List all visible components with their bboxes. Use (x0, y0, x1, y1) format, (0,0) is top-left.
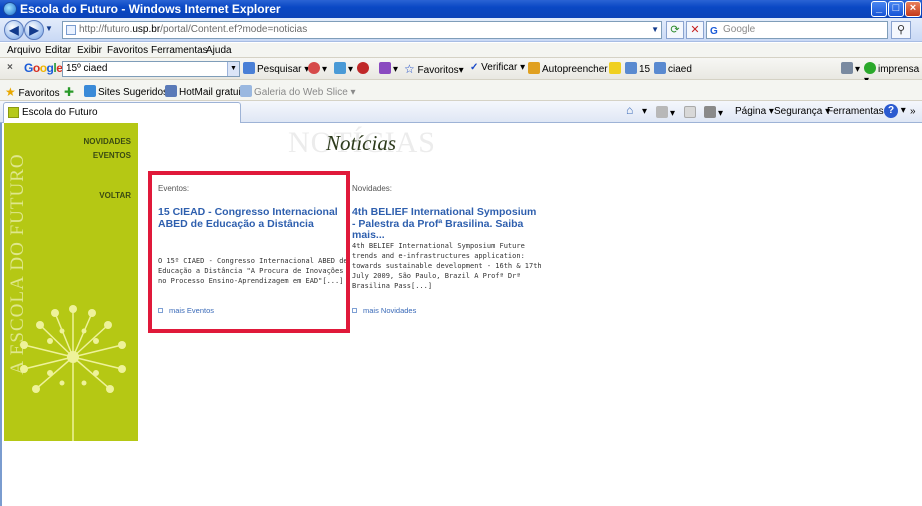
tab-bar: Escola do Futuro ⌂ ▾ ▾ ▾ Página ▾ Segura… (0, 101, 922, 123)
google-query: 15º ciaed (66, 63, 108, 74)
print-icon[interactable]: ▾ (704, 106, 723, 119)
stop-icon[interactable]: ✕ (686, 21, 704, 39)
sidebar-link-novidades[interactable]: NOVIDADES (83, 137, 131, 146)
status-icon (864, 62, 876, 74)
popup-blocker-icon[interactable] (357, 62, 371, 75)
rss-icon[interactable]: ▾ (656, 106, 675, 119)
autopreencher-button[interactable]: Autopreencher ▾ (528, 62, 615, 75)
bullet-icon (352, 308, 357, 313)
tab-title: Escola do Futuro (22, 107, 98, 118)
menu-editar[interactable]: Editar (45, 45, 71, 56)
novidades-headline-link[interactable]: 4th BELIEF International Symposium - Pal… (352, 206, 542, 242)
dandelion-logo (20, 305, 126, 441)
window-title-bar: Escola do Futuro - Windows Internet Expl… (0, 0, 922, 18)
close-toolbar-icon[interactable]: × (7, 62, 13, 73)
seguranca-menu[interactable]: Segurança ▾ (774, 106, 830, 117)
pesquisar-button[interactable]: Pesquisar ▾ (243, 62, 309, 75)
menu-ajuda[interactable]: Ajuda (206, 45, 232, 56)
refresh-icon[interactable]: ⟳ (666, 21, 684, 39)
novidades-summary: 4th BELIEF International Symposium Futur… (352, 242, 542, 290)
highlight-box (148, 171, 350, 333)
add-favorite-icon[interactable]: ✚ (64, 85, 74, 99)
page-title: Notícias (326, 131, 397, 155)
search-placeholder: Google (723, 24, 756, 35)
sidebar-link-eventos[interactable]: EVENTOS (93, 151, 131, 160)
pagerank-icon[interactable]: ▾ (308, 62, 327, 75)
favoritos-button[interactable]: ☆ Favoritos▾ (404, 62, 464, 76)
help-icon[interactable]: ? ▾ (884, 104, 906, 118)
page-content: A ESCOLA DO FUTURO NOVIDADES EVENTOS VOL… (0, 123, 922, 506)
address-dropdown[interactable]: ▼ (651, 22, 659, 38)
favorites-bar: ★ Favoritos ✚ Sites Sugeridos ▾ HotMail … (0, 80, 922, 101)
check-icon: ✓ (470, 62, 479, 73)
minimize-button[interactable]: _ (871, 1, 887, 17)
address-prefix: http://futuro. (79, 24, 133, 35)
sites-sugeridos-link[interactable]: Sites Sugeridos ▾ (84, 85, 176, 98)
search-icon (243, 62, 255, 74)
star-icon: ☆ (404, 62, 415, 76)
ie-page-icon (240, 85, 252, 97)
menu-favoritos[interactable]: Favoritos (107, 45, 148, 56)
ferramentas-menu[interactable]: Ferramentas ▾ (827, 106, 892, 117)
google-toolbar: × Google 15º ciaed ▼ Pesquisar ▾ ▾ ▾ ▾ ☆… (0, 58, 922, 86)
sidebar: A ESCOLA DO FUTURO NOVIDADES EVENTOS VOL… (4, 123, 138, 441)
search-term-ciaed[interactable]: ciaed (654, 62, 692, 75)
home-icon[interactable]: ⌂ (626, 103, 633, 117)
close-button[interactable]: × (905, 1, 921, 17)
toolbar-overflow[interactable]: » (910, 106, 916, 117)
mail-icon[interactable] (684, 106, 698, 119)
chevron-down-icon[interactable]: ▼ (227, 62, 239, 76)
search-input[interactable]: G Google (706, 21, 888, 39)
novidades-label: Novidades: (352, 184, 393, 193)
google-logo[interactable]: Google (24, 61, 63, 75)
search-term-15[interactable]: 15 (625, 62, 650, 75)
address-toolbar: ◀ ▶ ▼ http://futuro.usp.br/portal/Conten… (0, 18, 922, 42)
web-slice-gallery-link[interactable]: Galeria do Web Slice ▾ (240, 85, 356, 98)
search-icon (625, 62, 637, 74)
forward-button[interactable]: ▶ (24, 20, 44, 40)
spellcheck-icon[interactable]: ▾ (379, 62, 398, 75)
menu-arquivo[interactable]: Arquivo (7, 45, 41, 56)
maximize-button[interactable]: □ (888, 1, 904, 17)
home-dropdown[interactable]: ▾ (642, 106, 647, 117)
favoritos-button[interactable]: ★ Favoritos (5, 85, 60, 99)
window-title: Escola do Futuro - Windows Internet Expl… (20, 2, 281, 16)
back-button[interactable]: ◀ (4, 20, 24, 40)
autofill-icon (528, 62, 540, 74)
page-icon (66, 25, 76, 35)
hotmail-link[interactable]: HotMail gratuito (165, 85, 249, 98)
search-go-icon[interactable]: ⚲ (891, 21, 911, 39)
google-search-input[interactable]: 15º ciaed ▼ (62, 61, 240, 77)
google-icon: G (710, 26, 718, 37)
sidebar-link-voltar[interactable]: VOLTAR (99, 191, 131, 200)
highlight-icon[interactable] (609, 62, 623, 75)
mais-novidades-link[interactable]: mais Novidades (352, 306, 416, 315)
address-host: usp.br (132, 24, 161, 35)
tab-escola-do-futuro[interactable]: Escola do Futuro (3, 102, 241, 123)
hotmail-icon (165, 85, 177, 97)
address-path: /portal/Content.ef?mode=noticias (160, 24, 308, 35)
pagina-menu[interactable]: Página ▾ (735, 106, 774, 117)
ie-page-icon (84, 85, 96, 97)
internet-explorer-icon (3, 2, 17, 16)
star-icon: ★ (5, 85, 16, 99)
address-bar[interactable]: http://futuro.usp.br/portal/Content.ef?m… (62, 21, 662, 39)
plus-icon[interactable]: ▾ (334, 62, 353, 75)
menu-ferramentas[interactable]: Ferramentas (151, 45, 208, 56)
wrench-icon[interactable]: ▾ (841, 62, 860, 75)
menu-exibir[interactable]: Exibir (77, 45, 102, 56)
verificar-button[interactable]: ✓ Verificar ▾ (470, 62, 525, 73)
search-icon (654, 62, 666, 74)
menu-bar: Arquivo Editar Exibir Favoritos Ferramen… (0, 43, 922, 58)
recent-pages-dropdown[interactable]: ▼ (45, 24, 53, 33)
